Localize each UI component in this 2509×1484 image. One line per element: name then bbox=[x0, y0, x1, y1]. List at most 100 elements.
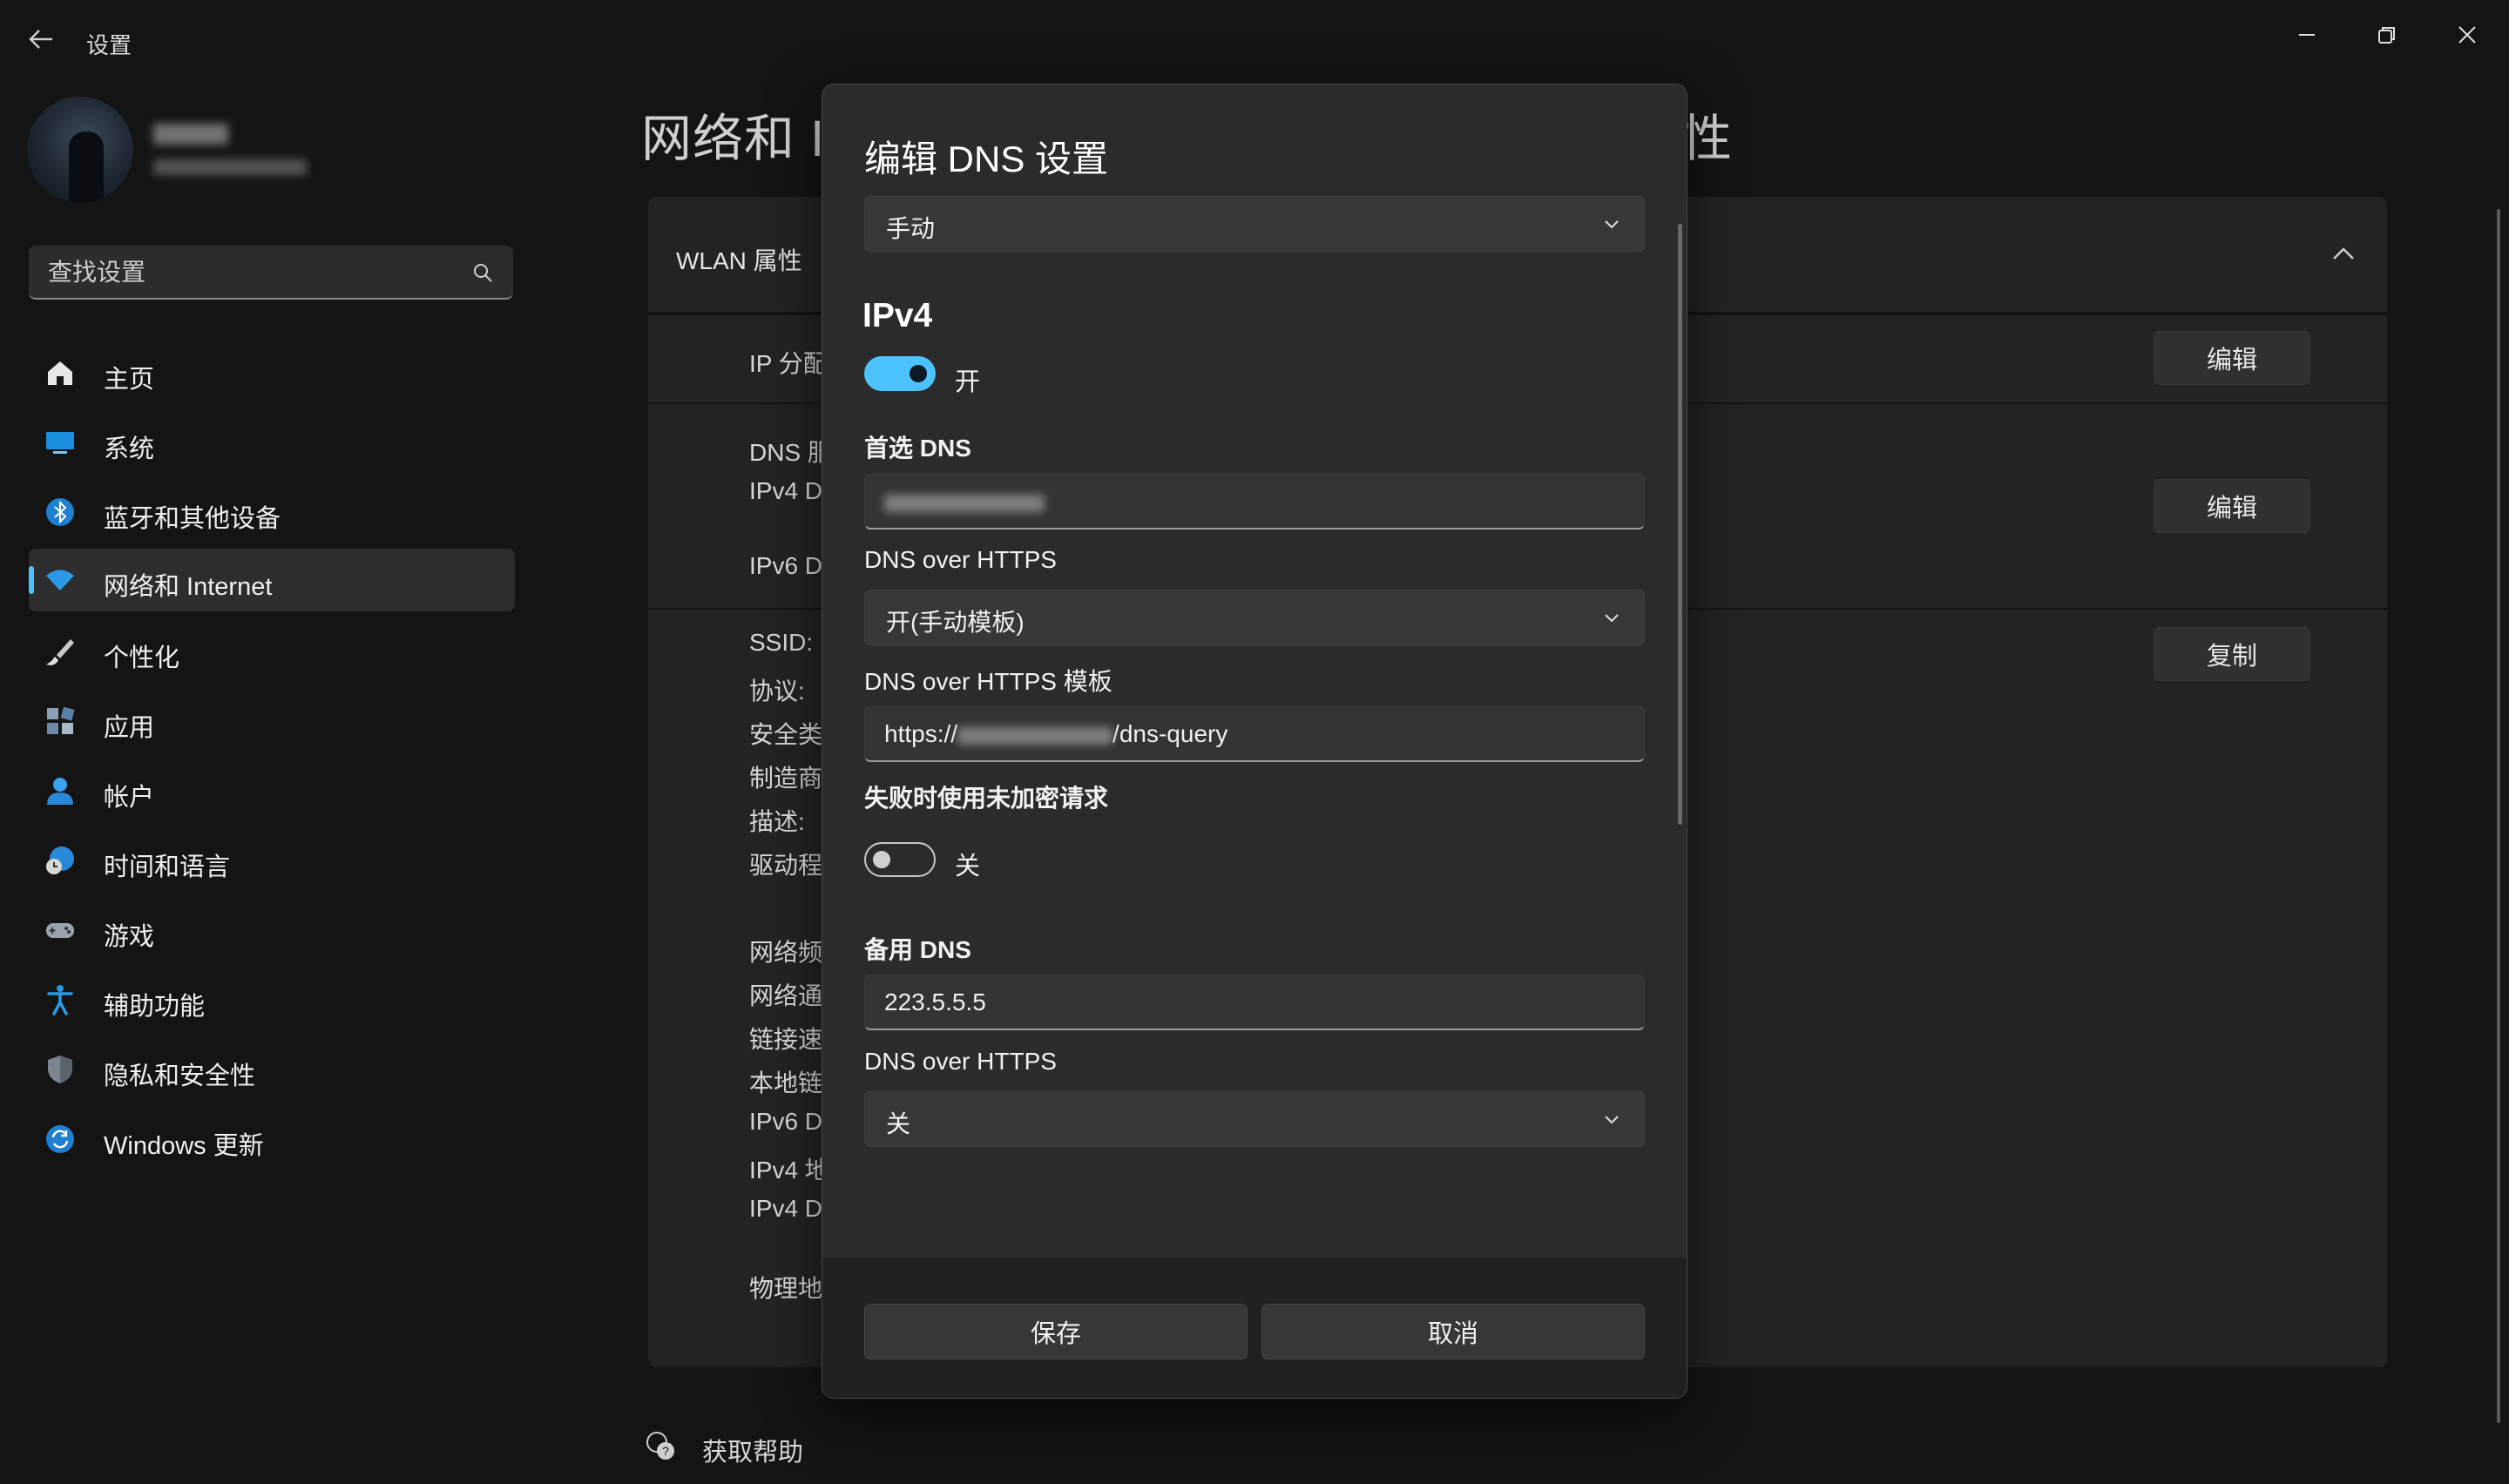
doh-template-label: DNS over HTTPS 模板 bbox=[864, 668, 1112, 695]
row-label: IPv6 DI bbox=[749, 552, 824, 579]
copy-button[interactable]: 复制 bbox=[2154, 627, 2310, 681]
app-title: 设置 bbox=[86, 32, 132, 58]
doh-template-field[interactable]: https:// /dns-query bbox=[864, 706, 1645, 762]
page-title: 网络和 I bbox=[641, 111, 826, 167]
chevron-up-icon[interactable] bbox=[2331, 246, 2356, 261]
row-label: 驱动程 bbox=[749, 852, 823, 879]
close-button[interactable] bbox=[2427, 12, 2507, 57]
toggle-knob bbox=[910, 365, 927, 382]
sidebar-item-label: 应用 bbox=[104, 714, 155, 742]
avatar[interactable] bbox=[27, 97, 133, 203]
row-label: 网络频 bbox=[749, 939, 823, 966]
search-box[interactable] bbox=[29, 246, 513, 300]
ipv4-section-header: IPv4 bbox=[862, 297, 933, 334]
sidebar-item-label: 系统 bbox=[104, 435, 155, 463]
sidebar-item-bluetooth[interactable]: 蓝牙和其他设备 bbox=[29, 481, 515, 543]
sidebar-item-label: 隐私和安全性 bbox=[104, 1062, 256, 1090]
sidebar-item-windows-update[interactable]: Windows 更新 bbox=[29, 1108, 515, 1170]
help-icon[interactable]: ? bbox=[645, 1430, 676, 1461]
person-icon bbox=[44, 775, 76, 806]
sidebar-item-label: 个性化 bbox=[104, 644, 180, 672]
edit-ip-button[interactable]: 编辑 bbox=[2154, 331, 2310, 385]
url-host-redacted bbox=[957, 726, 1113, 745]
row-label: 描述: bbox=[749, 808, 805, 835]
active-indicator bbox=[29, 566, 34, 594]
sidebar-item-network[interactable]: 网络和 Internet bbox=[29, 549, 515, 611]
row-label: IP 分配 bbox=[749, 350, 824, 377]
sidebar-item-gaming[interactable]: 游戏 bbox=[29, 899, 515, 961]
sidebar-item-system[interactable]: 系统 bbox=[29, 411, 515, 474]
cancel-button[interactable]: 取消 bbox=[1261, 1304, 1645, 1359]
clock-globe-icon bbox=[44, 845, 76, 876]
save-button[interactable]: 保存 bbox=[864, 1304, 1248, 1359]
doh-label: DNS over HTTPS bbox=[864, 546, 1057, 573]
sidebar-item-label: 时间和语言 bbox=[104, 853, 231, 881]
alternate-dns-label: 备用 DNS bbox=[864, 936, 971, 963]
preferred-dns-field[interactable] bbox=[864, 474, 1645, 530]
ipv4-toggle-label: 开 bbox=[955, 368, 981, 396]
sidebar-item-label: 主页 bbox=[104, 366, 155, 394]
dialog-scrollbar[interactable] bbox=[1678, 224, 1682, 825]
accessibility-icon bbox=[44, 984, 76, 1015]
get-help-link[interactable]: 获取帮助 bbox=[702, 1432, 803, 1468]
monitor-icon bbox=[44, 427, 76, 458]
sidebar-item-accessibility[interactable]: 辅助功能 bbox=[29, 968, 515, 1031]
dns-mode-dropdown[interactable]: 手动 bbox=[864, 196, 1645, 252]
url-suffix: /dns-query bbox=[1112, 720, 1228, 747]
toggle-knob bbox=[873, 851, 890, 868]
shield-icon bbox=[44, 1054, 76, 1085]
minimize-button[interactable] bbox=[2267, 12, 2347, 57]
row-label: IPv6 DI bbox=[749, 1108, 824, 1135]
preferred-dns-value-redacted bbox=[884, 488, 1045, 516]
row-label: 链接速 bbox=[749, 1026, 823, 1053]
alternate-dns-value: 223.5.5.5 bbox=[884, 988, 986, 1015]
bluetooth-icon bbox=[44, 496, 76, 528]
dialog-title: 编辑 DNS 设置 bbox=[864, 138, 1109, 179]
wifi-icon bbox=[44, 564, 76, 596]
edit-dns-dialog: 编辑 DNS 设置 手动 IPv4 开 首选 DNS DNS over HTTP… bbox=[822, 84, 1687, 1399]
back-arrow-icon[interactable] bbox=[26, 24, 56, 54]
fallback-toggle[interactable] bbox=[864, 842, 936, 877]
sidebar-item-time-language[interactable]: 时间和语言 bbox=[29, 829, 515, 892]
edit-dns-button[interactable]: 编辑 bbox=[2154, 479, 2310, 533]
sidebar-item-label: 网络和 Internet bbox=[104, 573, 273, 601]
sidebar-item-label: 游戏 bbox=[104, 923, 155, 951]
sidebar-item-home[interactable]: 主页 bbox=[29, 341, 515, 404]
row-label: 安全类 bbox=[749, 721, 823, 748]
search-icon[interactable] bbox=[471, 261, 494, 284]
row-label: 本地链 bbox=[749, 1069, 823, 1096]
user-email-redacted bbox=[153, 159, 307, 175]
doh-template-value: https:// /dns-query bbox=[884, 720, 1227, 748]
chevron-down-icon bbox=[1604, 612, 1620, 623]
row-label: DNS 服 bbox=[749, 439, 824, 466]
fallback-toggle-label: 关 bbox=[955, 853, 981, 880]
sidebar-item-label: Windows 更新 bbox=[104, 1132, 264, 1160]
row-label: 协议: bbox=[749, 678, 805, 705]
row-label: SSID: bbox=[749, 629, 814, 656]
sync-icon bbox=[44, 1123, 76, 1155]
alt-doh-label: DNS over HTTPS bbox=[864, 1048, 1057, 1075]
gamepad-icon bbox=[44, 914, 76, 946]
sidebar-item-accounts[interactable]: 帐户 bbox=[29, 759, 515, 822]
row-label: 制造商 bbox=[749, 765, 823, 792]
sidebar-item-personalization[interactable]: 个性化 bbox=[29, 620, 515, 683]
title-bar: 设置 bbox=[0, 0, 2509, 84]
restore-button[interactable] bbox=[2347, 12, 2427, 57]
fallback-label: 失败时使用未加密请求 bbox=[864, 785, 1109, 812]
brush-icon bbox=[44, 636, 76, 667]
card-header-label: WLAN 属性 bbox=[676, 247, 802, 274]
dropdown-value: 关 bbox=[886, 1110, 911, 1137]
alternate-dns-field[interactable]: 223.5.5.5 bbox=[864, 975, 1645, 1030]
row-label: IPv4 地 bbox=[749, 1157, 824, 1184]
ipv4-toggle[interactable] bbox=[864, 356, 936, 391]
search-input[interactable] bbox=[46, 254, 459, 291]
svg-text:?: ? bbox=[662, 1444, 669, 1458]
page-scrollbar[interactable] bbox=[2497, 209, 2500, 1423]
row-label: IPv4 DI bbox=[749, 477, 824, 504]
sidebar-item-privacy[interactable]: 隐私和安全性 bbox=[29, 1038, 515, 1101]
sidebar-item-apps[interactable]: 应用 bbox=[29, 690, 515, 752]
doh-dropdown[interactable]: 开(手动模板) bbox=[864, 590, 1645, 645]
alt-doh-dropdown[interactable]: 关 bbox=[864, 1091, 1645, 1147]
row-label: IPv4 DI bbox=[749, 1195, 824, 1222]
user-name-redacted bbox=[153, 124, 228, 145]
